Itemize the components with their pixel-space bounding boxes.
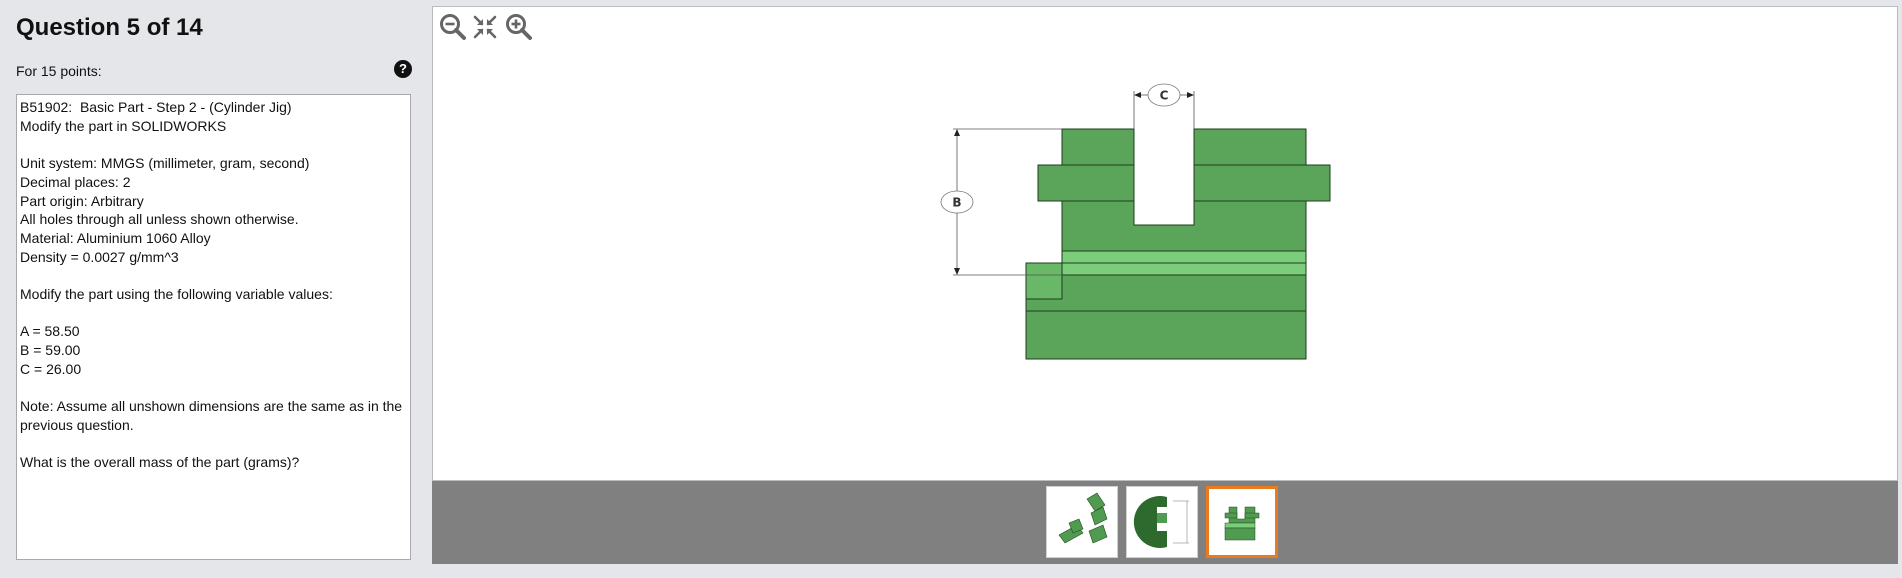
dimension-c-label: C [1160, 89, 1169, 103]
question-title: Question 5 of 14 [16, 14, 203, 41]
isometric-part-icon [1058, 492, 1108, 544]
lower-block-lower [1025, 310, 1307, 360]
thumbnail-strip [432, 481, 1898, 564]
section-part-icon [1133, 496, 1189, 548]
question-panel: Question 5 of 14 For 15 points: ? B51902… [0, 0, 425, 578]
part-front-drawing: B C [940, 83, 1331, 360]
dimension-b-label: B [952, 196, 961, 210]
question-circle-icon[interactable]: ? [394, 60, 412, 78]
thumbnail-isometric-view[interactable] [1046, 486, 1118, 558]
small-tab [1025, 262, 1063, 300]
question-points: For 15 points: [16, 63, 102, 79]
rail-left [1037, 164, 1135, 202]
front-part-icon [1224, 506, 1260, 541]
thumbnail-front-view[interactable] [1206, 486, 1278, 558]
rail-right [1193, 164, 1331, 202]
thumbnail-section-view[interactable] [1126, 486, 1198, 558]
image-viewer: B C [432, 6, 1898, 481]
question-text-area[interactable]: B51902: Basic Part - Step 2 - (Cylinder … [16, 94, 411, 560]
lower-block-upper [1025, 274, 1307, 312]
